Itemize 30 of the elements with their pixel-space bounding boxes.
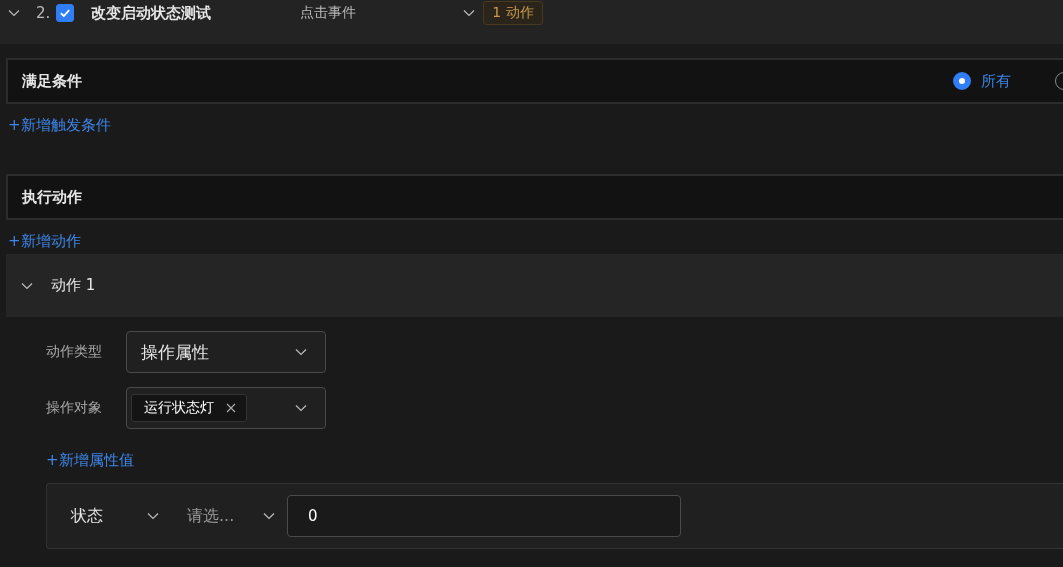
radio-button[interactable] [953,72,971,90]
add-property-link[interactable]: +新增属性值 [46,451,134,473]
checkbox[interactable] [56,4,75,22]
chevron-icon[interactable] [463,9,476,17]
section-title: 执行动作 [22,187,82,207]
chevron-icon[interactable] [147,512,159,520]
rule-title: 改变启动状态测试 [91,3,213,23]
radio-label[interactable]: 所有 [981,71,1011,91]
trigger-select[interactable]: 点击事件 [300,4,464,22]
action-title: 动作 1 [51,276,96,295]
chevron-icon[interactable] [295,404,307,412]
chevron-icon[interactable] [21,281,33,290]
close-icon[interactable] [226,403,236,413]
field-label: 动作类型 [46,343,103,361]
chevron-icon[interactable] [263,512,275,520]
chevron-icon[interactable] [8,9,20,17]
tag-label: 运行状态灯 [144,399,214,417]
action-count-badge: 1 动作 [483,1,543,25]
action-header[interactable]: 动作 1 [6,254,1063,317]
select-field[interactable]: 运行状态灯 [126,387,326,429]
rule-number: 2. [36,4,51,22]
property-select[interactable]: 状态 [71,505,147,527]
add-action-link[interactable]: +新增动作 [8,232,81,254]
operator-select[interactable]: 请选... [187,505,263,527]
chevron-icon[interactable] [295,348,307,356]
field-label: 操作对象 [46,399,103,417]
section-title: 满足条件 [22,71,82,91]
select-field[interactable]: 操作属性 [126,331,326,373]
add-condition-link[interactable]: +新增触发条件 [8,116,111,138]
value-field[interactable]: 0 [287,495,681,537]
